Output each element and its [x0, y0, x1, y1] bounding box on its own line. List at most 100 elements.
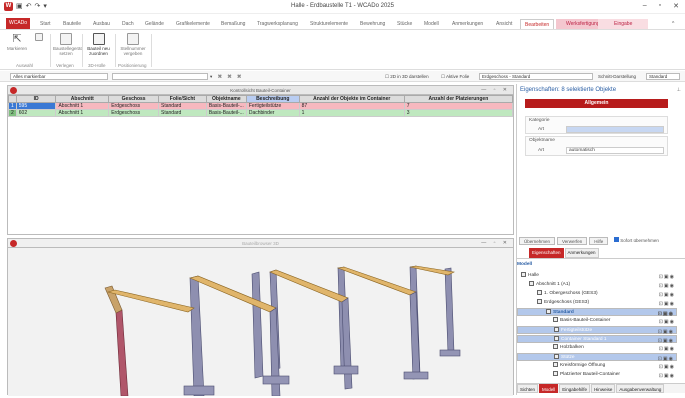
stellnummer-button[interactable]: Stellnummer vergeben [117, 33, 149, 56]
filter-icons[interactable]: ▾ ⌘ ⌘ ⌘ [210, 74, 244, 80]
cell-beschreibung[interactable]: Fertigteilstütze [245, 102, 300, 110]
selection-filter-select[interactable]: Alles markierbar [10, 73, 108, 80]
visibility-controls[interactable]: ⊡▣◉ [659, 363, 675, 371]
col-header-beschreibung[interactable]: Beschreibung [245, 95, 300, 103]
col-header-abschnitt[interactable]: Abschnitt [55, 95, 110, 103]
tab-anmerkungen-sub[interactable]: Anmerkungen [564, 248, 599, 258]
tab-ausgabenverwaltung[interactable]: Ausgabenverwaltung [616, 384, 665, 393]
minimize-icon[interactable]: – [643, 2, 647, 10]
cell-objektname[interactable]: Basis-Bauteil-... [205, 109, 247, 117]
visibility-controls[interactable]: ⊡▣◉ [659, 273, 675, 281]
cell-geschoss[interactable]: Erdgeschoss [108, 109, 160, 117]
maximize-icon[interactable]: ▫ [659, 2, 661, 10]
tab-sichten[interactable]: Sichten [517, 384, 539, 393]
visibility-controls[interactable]: ⊡▣◉ [659, 291, 675, 299]
cell-anzahl-objekte[interactable]: 1 [298, 109, 405, 117]
col-header-anzahl-objekte[interactable]: Anzahl der Objekte im Container [298, 95, 405, 103]
art2-select[interactable]: automatisch [566, 147, 664, 154]
tree-node[interactable]: Platzierter Bauteil-Container ⊡▣◉ [517, 371, 677, 379]
tab-eigenschaften[interactable]: Eigenschaften [529, 248, 564, 258]
3d-scene[interactable] [8, 248, 513, 397]
cell-abschnitt[interactable]: Abschnitt 1 [55, 109, 110, 117]
tree-node[interactable]: Abschnitt 1 (A1) ⊡▣◉ [517, 281, 677, 289]
visibility-controls[interactable]: ⊡▣◉ [659, 300, 675, 308]
col-header-geschoss[interactable]: Geschoss [108, 95, 160, 103]
tab-start[interactable]: Start [40, 19, 51, 29]
tree-node[interactable]: Fertigteilstütze ⊡▣◉ [517, 326, 677, 335]
view-2d-in-3d-checkbox[interactable]: ☐ 2D in 3D darstellen [385, 74, 429, 80]
cell-beschreibung[interactable]: Dachbinder [245, 109, 300, 117]
tree-node[interactable]: Kreisförmige Öffnung ⊡▣◉ [517, 362, 677, 370]
tab-stuecke[interactable]: Stücke [397, 19, 412, 29]
pin-icon[interactable]: ⊥ [677, 87, 681, 93]
col-header-id[interactable]: ID [15, 95, 57, 103]
cell-geschoss[interactable]: Erdgeschoss [108, 102, 160, 110]
cell-objektname[interactable]: Basis-Bauteil-... [205, 102, 247, 110]
col-header-folie[interactable]: Folie/Sicht [158, 95, 207, 103]
table-row[interactable]: 2 602 Abschnitt 1 Erdgeschoss Standard B… [8, 109, 514, 117]
tab-grafikelemente[interactable]: Grafikelemente [176, 19, 210, 29]
cell-anzahl-objekte[interactable]: 87 [298, 102, 405, 110]
uebernehmen-button[interactable]: Übernehmen [519, 237, 556, 245]
auswahl-tool-button[interactable] [32, 33, 46, 42]
tree-node[interactable]: 1. Obergeschoss (GES3) ⊡▣◉ [517, 290, 677, 298]
baustellegeraet-button[interactable]: Baustellegerät setzen [53, 33, 82, 56]
tree-node[interactable]: Holzbalken ⊡▣◉ [517, 344, 677, 352]
tab-bauteile[interactable]: Bauteile [63, 19, 81, 29]
cell-anzahl-platzierungen[interactable]: 7 [403, 102, 514, 110]
table-row[interactable]: 1 595 Abschnitt 1 Erdgeschoss Standard B… [8, 102, 514, 110]
col-header-index[interactable] [8, 95, 17, 103]
tab-dach[interactable]: Dach [122, 19, 134, 29]
visibility-controls[interactable]: ⊡▣◉ [659, 318, 675, 326]
tab-modell[interactable]: Modell [424, 19, 439, 29]
tab-strukturelemente[interactable]: Strukturelemente [310, 19, 348, 29]
verwerfen-button[interactable]: Verwerfen [557, 237, 588, 245]
panel-window-controls[interactable]: — ▫ ✕ [481, 86, 510, 95]
close-icon[interactable]: ✕ [673, 2, 679, 10]
ribbon-collapse-icon[interactable]: ^ [672, 19, 674, 29]
tab-ansicht[interactable]: Ansicht [496, 19, 512, 29]
cell-folie[interactable]: Standard [158, 102, 207, 110]
cell-id[interactable]: 602 [15, 109, 57, 117]
cell-index[interactable]: 1 [8, 102, 17, 110]
tab-bearbeiten[interactable]: Bearbeiten [520, 19, 555, 29]
visibility-controls[interactable]: ⊡▣◉ [659, 345, 675, 353]
bauteil-neu-zuordnen-button[interactable]: Bauteil neu zuordnen [85, 33, 112, 56]
tab-allgemein[interactable]: Allgemein [525, 99, 668, 108]
cell-abschnitt[interactable]: Abschnitt 1 [55, 102, 110, 110]
tree-node[interactable]: Stütze ⊡▣◉ [517, 353, 677, 362]
tab-eingabe[interactable]: Eingabe [598, 19, 649, 29]
cell-id[interactable]: 595 [15, 102, 57, 110]
active-layer-checkbox[interactable]: ☐ Aktive Folie [441, 74, 469, 80]
section-select[interactable]: Standard [646, 73, 680, 80]
panel-window-controls[interactable]: — ▫ ✕ [481, 239, 510, 248]
art-field[interactable] [566, 126, 664, 133]
tab-eingabehilfe[interactable]: Eingabehilfe [559, 384, 591, 393]
cell-anzahl-platzierungen[interactable]: 3 [403, 109, 514, 117]
tab-tragwerksplanung[interactable]: Tragwerksplanung [257, 19, 298, 29]
tab-hinweise[interactable]: Hinweise [591, 384, 616, 393]
tab-ausbau[interactable]: Ausbau [93, 19, 110, 29]
visibility-controls[interactable]: ⊡▣◉ [659, 282, 675, 290]
col-header-objektname[interactable]: Objektname [205, 95, 247, 103]
visibility-controls[interactable]: ⊡▣◉ [659, 372, 675, 380]
tree-node[interactable]: Halle ⊡▣◉ [517, 272, 677, 280]
tab-wcado[interactable]: WCADo [6, 18, 31, 29]
tab-gelaende[interactable]: Gelände [145, 19, 164, 29]
tree-node[interactable]: Erdgeschoss (GES3) ⊡▣◉ [517, 299, 677, 307]
cell-folie[interactable]: Standard [158, 109, 207, 117]
tab-modell-bottom[interactable]: Modell [539, 384, 559, 393]
tree-node[interactable]: Container Standard 1 ⊡▣◉ [517, 335, 677, 344]
secondary-filter-select[interactable] [112, 73, 208, 80]
floor-select[interactable]: Erdgeschoss - Standard [479, 73, 593, 80]
tab-anmerkungen[interactable]: Anmerkungen [452, 19, 483, 29]
hilfe-button[interactable]: Hilfe [589, 237, 609, 245]
tree-node[interactable]: Standard ⊡▣◉ [517, 308, 677, 317]
col-header-anzahl-platzierungen[interactable]: Anzahl der Platzierungen [403, 95, 514, 103]
tree-node[interactable]: Basis-Bauteil-Container ⊡▣◉ [517, 317, 677, 325]
tab-bemassung[interactable]: Bemaßung [221, 19, 245, 29]
tab-bewehrung[interactable]: Bewehrung [360, 19, 385, 29]
cell-index[interactable]: 2 [8, 109, 17, 117]
markieren-button[interactable]: ⇱ Markieren [6, 33, 28, 51]
sofort-checkbox[interactable]: Sofort übernehmen [610, 237, 663, 245]
